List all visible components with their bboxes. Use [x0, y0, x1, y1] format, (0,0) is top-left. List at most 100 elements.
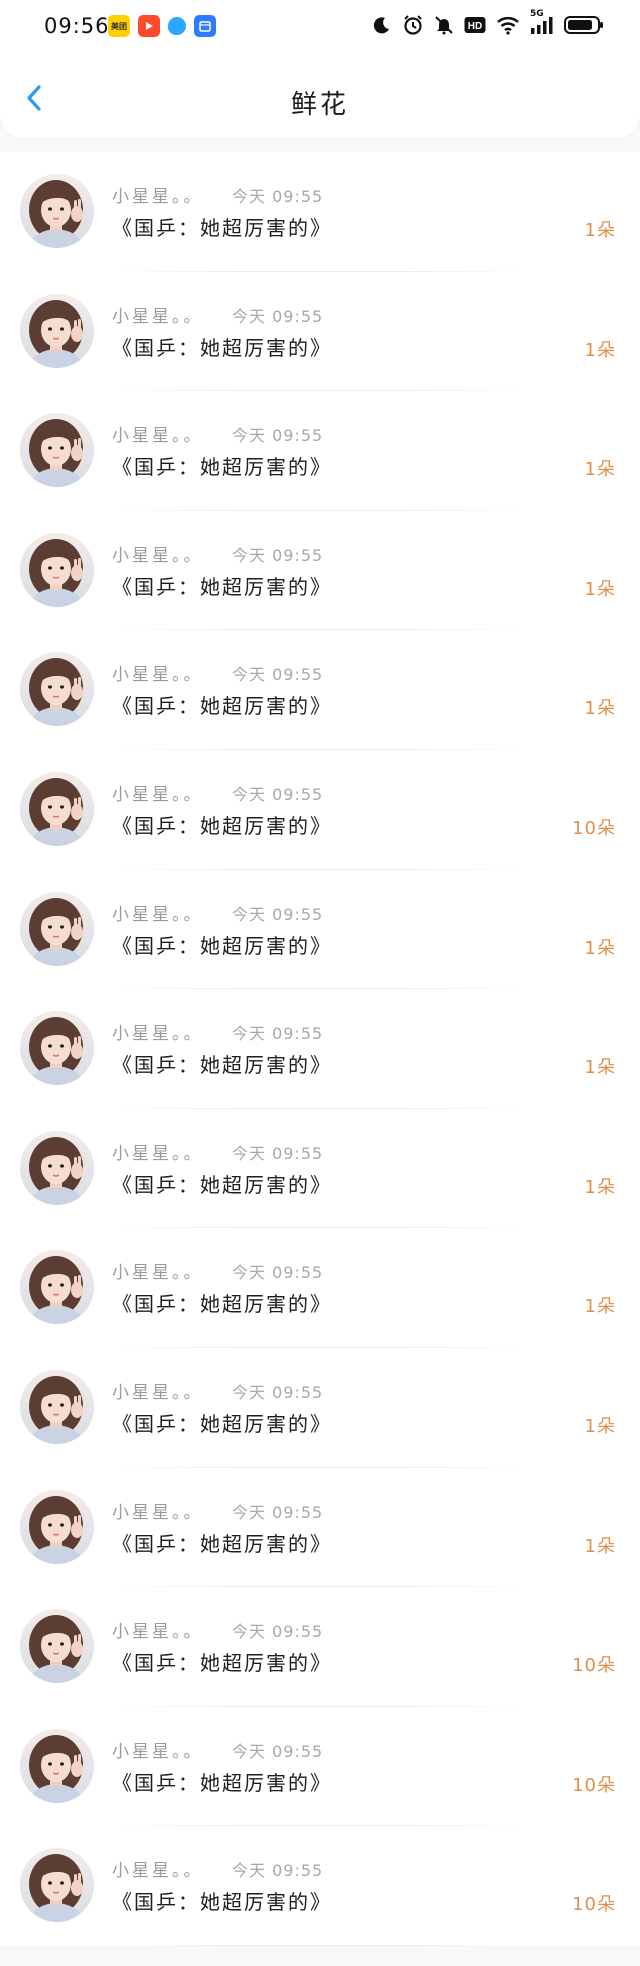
article-title: 《国乒：她超厉害的》: [112, 216, 332, 240]
user-name[interactable]: 小星星。。: [112, 421, 232, 446]
list-item[interactable]: 小星星。。 今天 09:55 《国乒：她超厉害的》 10朵: [0, 749, 640, 870]
video-app-icon: [138, 15, 160, 37]
flower-record-list: 小星星。。 今天 09:55 《国乒：她超厉害的》 1朵 小星星。。 今天 09…: [0, 152, 640, 1946]
avatar[interactable]: [20, 413, 94, 488]
article-title: 《国乒：她超厉害的》: [112, 574, 332, 599]
list-item[interactable]: 小星星。。 今天 09:55 《国乒：她超厉害的》 1朵: [0, 271, 640, 392]
article-title: 《国乒：她超厉害的》: [112, 455, 332, 480]
list-item[interactable]: 小星星。。 今天 09:55 《国乒：她超厉害的》 1朵: [0, 510, 640, 631]
user-name[interactable]: 小星星。。: [112, 1019, 232, 1044]
flower-count: 10朵: [572, 817, 616, 839]
row-meta: 小星星。。 今天 09:55: [112, 1139, 323, 1164]
article-title: 《国乒：她超厉害的》: [112, 1053, 332, 1078]
user-name[interactable]: 小星星。。: [112, 1737, 232, 1762]
timestamp: 今天 09:55: [232, 784, 324, 804]
list-item[interactable]: 小星星。。 今天 09:55 《国乒：她超厉害的》 1朵: [0, 391, 640, 511]
flower-count: 1朵: [584, 578, 616, 600]
status-bar: 09:56 美团 HD 5G: [0, 0, 640, 56]
list-item[interactable]: 小星星。。 今天 09:55 《国乒：她超厉害的》 1朵: [0, 630, 640, 750]
avatar[interactable]: [20, 891, 94, 966]
avatar[interactable]: [20, 652, 94, 727]
user-name[interactable]: 小星星。。: [112, 900, 232, 925]
user-name[interactable]: 小星星。。: [112, 660, 232, 685]
flower-count: 10朵: [572, 1655, 616, 1677]
timestamp: 今天 09:55: [232, 904, 324, 924]
timestamp: 今天 09:55: [232, 1741, 324, 1761]
avatar[interactable]: [20, 174, 94, 248]
flower-count: 1朵: [584, 220, 616, 241]
timestamp: 今天 09:55: [232, 1263, 324, 1283]
article-title: 《国乒：她超厉害的》: [112, 1172, 332, 1197]
article-title: 《国乒：她超厉害的》: [112, 813, 332, 838]
page-title: 鲜花: [290, 90, 349, 120]
calendar-app-icon: [194, 15, 216, 37]
message-app-icon: [168, 17, 186, 35]
user-name[interactable]: 小星星。。: [112, 182, 232, 207]
list-item[interactable]: 小星星。。 今天 09:55 《国乒：她超厉害的》 1朵: [0, 989, 640, 1109]
list-item[interactable]: 小星星。。 今天 09:55 《国乒：她超厉害的》 1朵: [0, 1347, 640, 1468]
timestamp: 今天 09:55: [232, 665, 324, 685]
user-name[interactable]: 小星星。。: [112, 1378, 232, 1403]
article-title: 《国乒：她超厉害的》: [112, 335, 332, 360]
timestamp: 今天 09:55: [232, 1861, 324, 1881]
list-item[interactable]: 小星星。。 今天 09:55 《国乒：她超厉害的》 10朵: [0, 1826, 640, 1946]
list-item[interactable]: 小星星。。 今天 09:55 《国乒：她超厉害的》 1朵: [0, 1108, 640, 1229]
user-name[interactable]: 小星星。。: [112, 541, 232, 566]
list-item[interactable]: 小星星。。 今天 09:55 《国乒：她超厉害的》 1朵: [0, 1467, 640, 1588]
flower-count: 10朵: [572, 1894, 616, 1916]
article-title: 《国乒：她超厉害的》: [112, 1651, 332, 1676]
avatar[interactable]: [20, 1489, 94, 1564]
avatar[interactable]: [20, 1728, 94, 1803]
row-meta: 小星星。。 今天 09:55: [112, 1258, 323, 1283]
user-name[interactable]: 小星星。。: [112, 1856, 232, 1881]
avatar[interactable]: [20, 1369, 94, 1444]
article-title: 《国乒：她超厉害的》: [112, 1411, 332, 1436]
signal-icon: 5G: [530, 9, 554, 35]
flower-count: 1朵: [584, 1415, 616, 1437]
user-name[interactable]: 小星星。。: [112, 1139, 232, 1164]
timestamp: 今天 09:55: [232, 1143, 324, 1163]
timestamp: 今天 09:55: [232, 1622, 324, 1642]
row-meta: 小星星。。 今天 09:55: [112, 660, 323, 685]
row-meta: 小星星。。 今天 09:55: [112, 900, 323, 925]
avatar[interactable]: [20, 1250, 94, 1325]
list-item[interactable]: 小星星。。 今天 09:55 《国乒：她超厉害的》 1朵: [0, 869, 640, 990]
avatar[interactable]: [20, 1848, 94, 1923]
list-item[interactable]: 小星星。。 今天 09:55 《国乒：她超厉害的》 10朵: [0, 1706, 640, 1827]
user-name[interactable]: 小星星。。: [112, 302, 232, 327]
avatar[interactable]: [20, 1609, 94, 1684]
article-title: 《国乒：她超厉害的》: [112, 694, 332, 719]
notification-app-icons: 美团: [108, 15, 216, 37]
row-meta: 小星星。。 今天 09:55: [112, 1378, 323, 1403]
user-name[interactable]: 小星星。。: [112, 1617, 232, 1642]
avatar[interactable]: [20, 532, 94, 607]
avatar[interactable]: [20, 1011, 94, 1086]
list-item[interactable]: 小星星。。 今天 09:55 《国乒：她超厉害的》 1朵: [0, 152, 640, 272]
flower-count: 1朵: [584, 1176, 616, 1198]
meituan-icon: 美团: [108, 15, 130, 37]
article-title: 《国乒：她超厉害的》: [112, 1770, 332, 1795]
row-meta: 小星星。。 今天 09:55: [112, 541, 323, 566]
row-meta: 小星星。。 今天 09:55: [112, 302, 323, 327]
row-meta: 小星星。。 今天 09:55: [112, 780, 323, 805]
avatar[interactable]: [20, 293, 94, 368]
header: 鲜花: [0, 56, 640, 138]
timestamp: 今天 09:55: [232, 306, 324, 326]
user-name[interactable]: 小星星。。: [112, 1258, 232, 1283]
avatar[interactable]: [20, 771, 94, 846]
user-name[interactable]: 小星星。。: [112, 780, 232, 805]
flower-count: 1朵: [584, 1057, 616, 1079]
status-icons: HD 5G: [372, 9, 604, 36]
timestamp: 今天 09:55: [232, 187, 324, 206]
avatar[interactable]: [20, 1130, 94, 1205]
list-item[interactable]: 小星星。。 今天 09:55 《国乒：她超厉害的》 10朵: [0, 1587, 640, 1707]
list-item[interactable]: 小星星。。 今天 09:55 《国乒：她超厉害的》 1朵: [0, 1228, 640, 1348]
flower-count: 1朵: [584, 937, 616, 959]
timestamp: 今天 09:55: [232, 1382, 324, 1402]
article-title: 《国乒：她超厉害的》: [112, 1531, 332, 1556]
user-name[interactable]: 小星星。。: [112, 1498, 232, 1523]
row-meta: 小星星。。 今天 09:55: [112, 1019, 323, 1044]
wifi-icon: [496, 15, 520, 35]
flower-count: 1朵: [584, 1535, 616, 1557]
article-title: 《国乒：她超厉害的》: [112, 1292, 332, 1317]
